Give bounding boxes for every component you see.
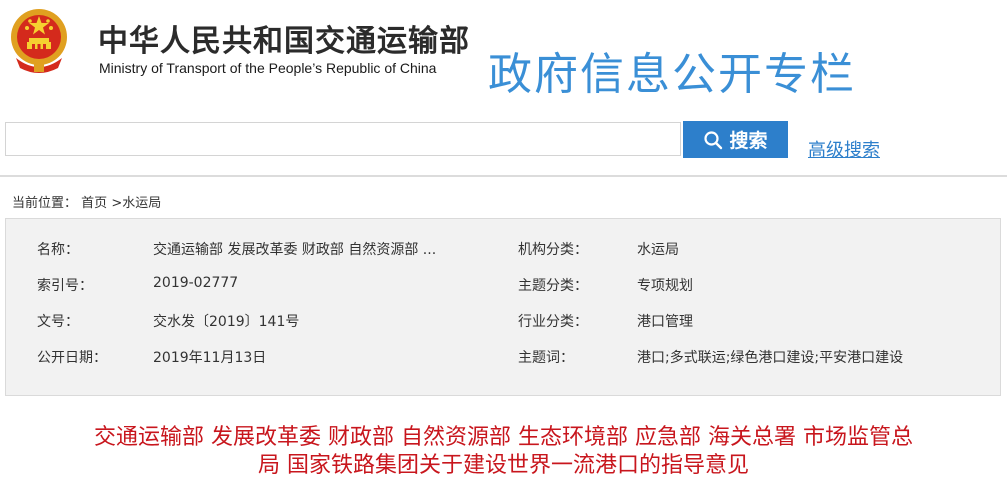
column-title: 政府信息公开专栏 bbox=[488, 49, 856, 100]
ministry-name-en: Ministry of Transport of the People’s Re… bbox=[99, 60, 437, 76]
breadcrumb-home-link[interactable]: 首页 bbox=[81, 196, 107, 211]
meta-name-label: 名称： bbox=[37, 242, 79, 258]
search-button[interactable]: 搜索 bbox=[683, 121, 788, 158]
meta-name-value: 交通运输部 发展改革委 财政部 自然资源部 ... bbox=[153, 242, 437, 258]
article-title-line-2: 局 国家铁路集团关于建设世界一流港口的指导意见 bbox=[258, 453, 749, 478]
breadcrumb-current: 水运局 bbox=[122, 196, 162, 211]
meta-doc-label: 文号： bbox=[37, 314, 79, 330]
advanced-search-link[interactable]: 高级搜索 bbox=[808, 136, 880, 162]
article-title-line-1: 交通运输部 发展改革委 财政部 自然资源部 生态环境部 应急部 海关总署 市场监… bbox=[94, 425, 913, 450]
meta-date-value: 2019年11月13日 bbox=[153, 350, 267, 366]
meta-keywords-label: 主题词： bbox=[518, 350, 574, 366]
meta-doc-value: 交水发〔2019〕141号 bbox=[153, 314, 300, 330]
national-emblem-icon bbox=[8, 6, 70, 76]
meta-index-value: 2019-02777 bbox=[153, 275, 239, 291]
meta-topic-value: 专项规划 bbox=[637, 278, 693, 294]
meta-index-label: 索引号： bbox=[37, 278, 93, 294]
meta-org-label: 机构分类： bbox=[518, 242, 588, 258]
search-icon bbox=[704, 130, 723, 149]
divider bbox=[0, 175, 1007, 177]
meta-keywords-value: 港口;多式联运;绿色港口建设;平安港口建设 bbox=[637, 350, 904, 366]
document-meta-panel: 名称： 交通运输部 发展改革委 财政部 自然资源部 ... 索引号： 2019-… bbox=[5, 218, 1001, 396]
search-button-label: 搜索 bbox=[729, 130, 768, 152]
article-title: 交通运输部 发展改革委 财政部 自然资源部 生态环境部 应急部 海关总署 市场监… bbox=[0, 424, 1007, 480]
meta-date-label: 公开日期： bbox=[37, 350, 107, 366]
meta-industry-label: 行业分类： bbox=[518, 314, 588, 330]
breadcrumb-prefix: 当前位置： bbox=[12, 196, 78, 211]
meta-industry-value: 港口管理 bbox=[637, 314, 693, 330]
breadcrumb-separator: > bbox=[111, 196, 123, 211]
site-header: 中华人民共和国交通运输部 Ministry of Transport of th… bbox=[0, 0, 1007, 110]
breadcrumb: 当前位置： 首页 >水运局 bbox=[12, 192, 161, 211]
search-input[interactable] bbox=[5, 122, 681, 156]
meta-org-value: 水运局 bbox=[637, 242, 679, 258]
meta-topic-label: 主题分类： bbox=[518, 278, 588, 294]
ministry-name-cn: 中华人民共和国交通运输部 bbox=[98, 24, 470, 59]
